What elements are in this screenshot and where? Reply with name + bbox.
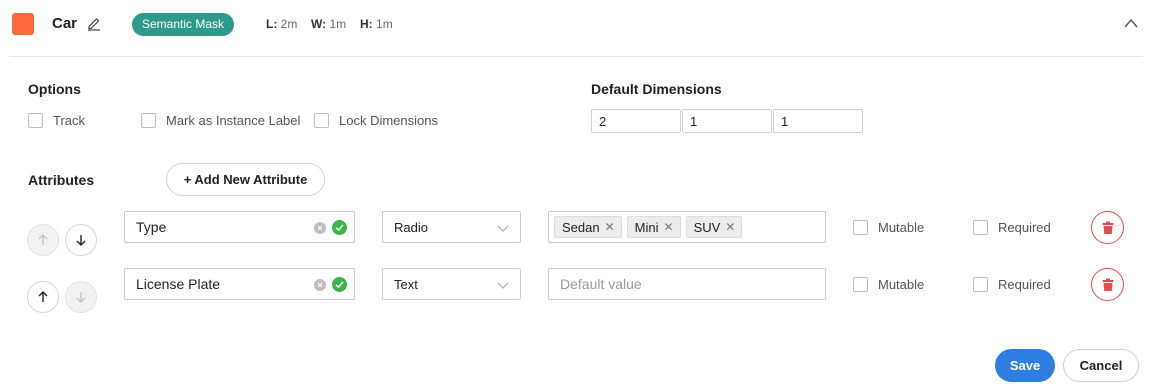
checkbox-box[interactable] [853,220,868,235]
add-attribute-button[interactable]: + Add New Attribute [166,163,325,196]
arrow-up-icon [38,291,48,302]
clear-icon[interactable] [314,279,326,291]
default-length-input[interactable] [591,109,681,133]
checkbox-label: Lock Dimensions [339,113,438,128]
attribute-name-text: License Plate [136,276,221,292]
attributes-title: Attributes [28,172,95,188]
checkbox-box[interactable] [853,277,868,292]
arrow-up-icon [38,234,48,245]
checkbox-label: Required [998,220,1051,235]
save-button[interactable]: Save [995,349,1055,382]
checkbox-label: Mark as Instance Label [166,113,301,128]
valid-check-icon [332,220,347,235]
chevron-down-icon [497,282,509,289]
chevron-down-icon [497,225,509,232]
checkbox-box[interactable] [141,113,156,128]
attribute-name-input[interactable]: Type [124,211,355,243]
height-summary: H: 1m [360,17,393,31]
checkbox-label: Required [998,277,1051,292]
checkbox-box[interactable] [28,113,43,128]
options-title: Options [28,81,81,97]
class-color-swatch[interactable] [12,13,34,35]
attribute-default-value-input[interactable]: Default value [548,268,826,300]
move-up-button[interactable] [27,224,59,256]
required-checkbox[interactable]: Required [973,220,1051,235]
checkbox-label: Mutable [878,277,925,292]
attribute-values-input[interactable]: Sedan ✕ Mini ✕ SUV ✕ [548,211,826,243]
track-checkbox[interactable]: Track [28,113,85,128]
attribute-type-select[interactable]: Radio [382,211,521,243]
value-tag: Mini ✕ [626,216,681,238]
header-divider [9,56,1143,57]
mutable-checkbox[interactable]: Mutable [853,277,924,292]
trash-icon [1102,278,1113,291]
checkbox-label: Track [53,113,86,128]
checkbox-box[interactable] [973,277,988,292]
delete-attribute-button[interactable] [1091,211,1124,244]
value-tag: SUV ✕ [685,216,743,238]
annotation-type-badge: Semantic Mask [132,13,235,36]
checkbox-box[interactable] [314,113,329,128]
required-checkbox[interactable]: Required [973,277,1051,292]
chevron-up-icon[interactable] [1122,14,1140,32]
class-name: Car [52,15,78,32]
length-summary: L: 2m [266,17,298,31]
width-summary: W: 1m [311,17,347,31]
move-up-button[interactable] [27,281,59,313]
attribute-type-value: Radio [394,220,428,235]
default-width-input[interactable] [682,109,772,133]
default-dimensions-title: Default Dimensions [591,81,722,97]
clear-icon[interactable] [314,222,326,234]
attribute-name-input[interactable]: License Plate [124,268,355,300]
value-tag: Sedan ✕ [554,216,622,238]
attribute-name-text: Type [136,219,167,235]
attribute-type-value: Text [394,277,418,292]
instance-label-checkbox[interactable]: Mark as Instance Label [141,113,300,128]
arrow-down-icon [76,292,86,303]
lock-dimensions-checkbox[interactable]: Lock Dimensions [314,113,438,128]
move-down-button[interactable] [65,281,97,313]
delete-attribute-button[interactable] [1091,268,1124,301]
default-value-placeholder: Default value [560,276,642,292]
cancel-button[interactable]: Cancel [1063,349,1139,382]
remove-tag-icon[interactable]: ✕ [664,220,674,234]
default-height-input[interactable] [773,109,863,133]
checkbox-label: Mutable [878,220,925,235]
valid-check-icon [332,277,347,292]
remove-tag-icon[interactable]: ✕ [605,220,615,234]
arrow-down-icon [76,235,86,246]
mutable-checkbox[interactable]: Mutable [853,220,924,235]
move-down-button[interactable] [65,224,97,256]
pencil-icon[interactable] [86,15,102,31]
checkbox-box[interactable] [973,220,988,235]
attribute-type-select[interactable]: Text [382,268,521,300]
remove-tag-icon[interactable]: ✕ [725,220,735,234]
trash-icon [1102,221,1113,234]
